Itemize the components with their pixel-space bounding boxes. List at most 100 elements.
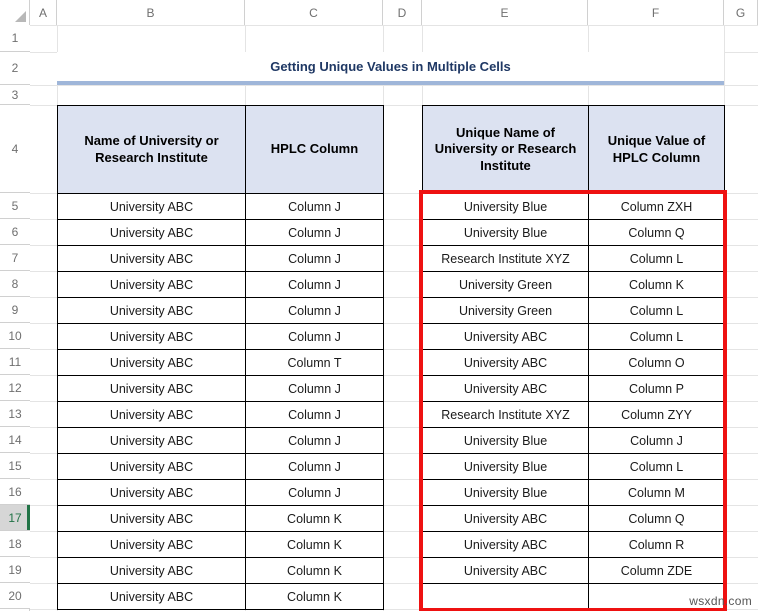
row-header-6[interactable]: 6 — [0, 219, 30, 245]
source-cell-name[interactable]: University ABC — [57, 401, 246, 428]
result-cell-name[interactable]: University ABC — [422, 375, 589, 402]
result-cell-column[interactable]: Column L — [588, 453, 725, 480]
source-cell-column[interactable]: Column J — [245, 271, 384, 298]
source-cell-name[interactable]: University ABC — [57, 479, 246, 506]
result-cell-name[interactable]: University Blue — [422, 453, 589, 480]
column-header-b[interactable]: B — [57, 0, 245, 25]
result-cell-column[interactable]: Column L — [588, 323, 725, 350]
row-header-5[interactable]: 5 — [0, 193, 30, 219]
source-cell-column[interactable]: Column J — [245, 219, 384, 246]
row-header-13[interactable]: 13 — [0, 401, 30, 427]
result-cell-name[interactable]: University Green — [422, 271, 589, 298]
source-cell-name[interactable]: University ABC — [57, 219, 246, 246]
result-cell-name[interactable]: University Blue — [422, 479, 589, 506]
source-cell-column[interactable]: Column K — [245, 531, 384, 558]
row-header-16[interactable]: 16 — [0, 479, 30, 505]
result-cell-name[interactable]: University Blue — [422, 427, 589, 454]
result-cell-column[interactable]: Column L — [588, 245, 725, 272]
table-row: University ABC Column Q — [422, 505, 725, 532]
source-cell-column[interactable]: Column K — [245, 505, 384, 532]
result-cell-name[interactable]: University Green — [422, 297, 589, 324]
table-row: University ABC Column J — [57, 219, 384, 246]
row-header-7[interactable]: 7 — [0, 245, 30, 271]
source-cell-name[interactable]: University ABC — [57, 583, 246, 610]
row-header-2[interactable]: 2 — [0, 52, 30, 85]
result-cell-column[interactable]: Column ZDE — [588, 557, 725, 584]
source-cell-column[interactable]: Column J — [245, 427, 384, 454]
result-cell-name[interactable]: University Blue — [422, 193, 589, 220]
row-header-10[interactable]: 10 — [0, 323, 30, 349]
result-cell-column[interactable]: Column ZXH — [588, 193, 725, 220]
row-header-3[interactable]: 3 — [0, 85, 30, 105]
result-cell-column[interactable]: Column Q — [588, 219, 725, 246]
result-cell-column[interactable]: Column K — [588, 271, 725, 298]
result-cell-column[interactable]: Column ZYY — [588, 401, 725, 428]
row-header-18[interactable]: 18 — [0, 531, 30, 557]
source-cell-name[interactable]: University ABC — [57, 375, 246, 402]
result-cell-name[interactable]: Research Institute XYZ — [422, 245, 589, 272]
grid-row-line — [30, 25, 758, 26]
source-cell-name[interactable]: University ABC — [57, 557, 246, 584]
result-cell-column[interactable]: Column L — [588, 297, 725, 324]
row-header-8[interactable]: 8 — [0, 271, 30, 297]
result-cell-column[interactable]: Column M — [588, 479, 725, 506]
source-cell-name[interactable]: University ABC — [57, 193, 246, 220]
source-cell-column[interactable]: Column J — [245, 375, 384, 402]
row-header-4[interactable]: 4 — [0, 105, 30, 193]
column-header-g[interactable]: G — [724, 0, 758, 25]
table-row: University ABC Column ZDE — [422, 557, 725, 584]
source-cell-column[interactable]: Column K — [245, 583, 384, 610]
source-cell-name[interactable]: University ABC — [57, 297, 246, 324]
result-cell-name[interactable]: University Blue — [422, 219, 589, 246]
result-cell-column[interactable]: Column P — [588, 375, 725, 402]
source-cell-name[interactable]: University ABC — [57, 453, 246, 480]
column-header-e[interactable]: E — [422, 0, 588, 25]
result-cell-name[interactable]: University ABC — [422, 531, 589, 558]
table-row: University ABC Column T — [57, 349, 384, 376]
row-header-20[interactable]: 20 — [0, 583, 30, 609]
source-cell-column[interactable]: Column J — [245, 323, 384, 350]
result-cell-column[interactable]: Column Q — [588, 505, 725, 532]
result-cell-name[interactable]: Research Institute XYZ — [422, 401, 589, 428]
result-cell-name[interactable]: University ABC — [422, 505, 589, 532]
column-header-d[interactable]: D — [383, 0, 422, 25]
source-cell-column[interactable]: Column J — [245, 453, 384, 480]
column-header-a[interactable]: A — [30, 0, 57, 25]
result-cell-column[interactable]: Column O — [588, 349, 725, 376]
source-cell-column[interactable]: Column J — [245, 479, 384, 506]
source-cell-name[interactable]: University ABC — [57, 349, 246, 376]
result-cell-name[interactable]: University ABC — [422, 323, 589, 350]
result-col-header-name: Unique Name of University or Research In… — [422, 105, 589, 194]
row-header-19[interactable]: 19 — [0, 557, 30, 583]
row-header-9[interactable]: 9 — [0, 297, 30, 323]
source-cell-column[interactable]: Column J — [245, 297, 384, 324]
row-header-11[interactable]: 11 — [0, 349, 30, 375]
row-header-14[interactable]: 14 — [0, 427, 30, 453]
row-header-17[interactable]: 17 — [0, 505, 30, 531]
table-row: University Blue Column M — [422, 479, 725, 506]
column-header-c[interactable]: C — [245, 0, 383, 25]
source-cell-column[interactable]: Column K — [245, 557, 384, 584]
row-header-12[interactable]: 12 — [0, 375, 30, 401]
source-cell-name[interactable]: University ABC — [57, 427, 246, 454]
source-cell-name[interactable]: University ABC — [57, 271, 246, 298]
source-cell-column[interactable]: Column J — [245, 193, 384, 220]
table-row: University ABC Column J — [57, 479, 384, 506]
source-cell-name[interactable]: University ABC — [57, 323, 246, 350]
result-cell-column[interactable]: Column J — [588, 427, 725, 454]
result-cell-name[interactable]: University ABC — [422, 349, 589, 376]
result-cell-column[interactable]: Column R — [588, 531, 725, 558]
source-cell-column[interactable]: Column J — [245, 245, 384, 272]
source-cell-name[interactable]: University ABC — [57, 245, 246, 272]
select-all-corner[interactable] — [0, 0, 30, 25]
source-cell-column[interactable]: Column T — [245, 349, 384, 376]
result-cell-name[interactable]: University ABC — [422, 557, 589, 584]
table-row — [422, 583, 725, 610]
source-cell-name[interactable]: University ABC — [57, 531, 246, 558]
source-cell-column[interactable]: Column J — [245, 401, 384, 428]
column-header-f[interactable]: F — [588, 0, 724, 25]
source-cell-name[interactable]: University ABC — [57, 505, 246, 532]
result-cell-name[interactable] — [422, 583, 589, 610]
row-header-15[interactable]: 15 — [0, 453, 30, 479]
row-header-1[interactable]: 1 — [0, 25, 30, 52]
